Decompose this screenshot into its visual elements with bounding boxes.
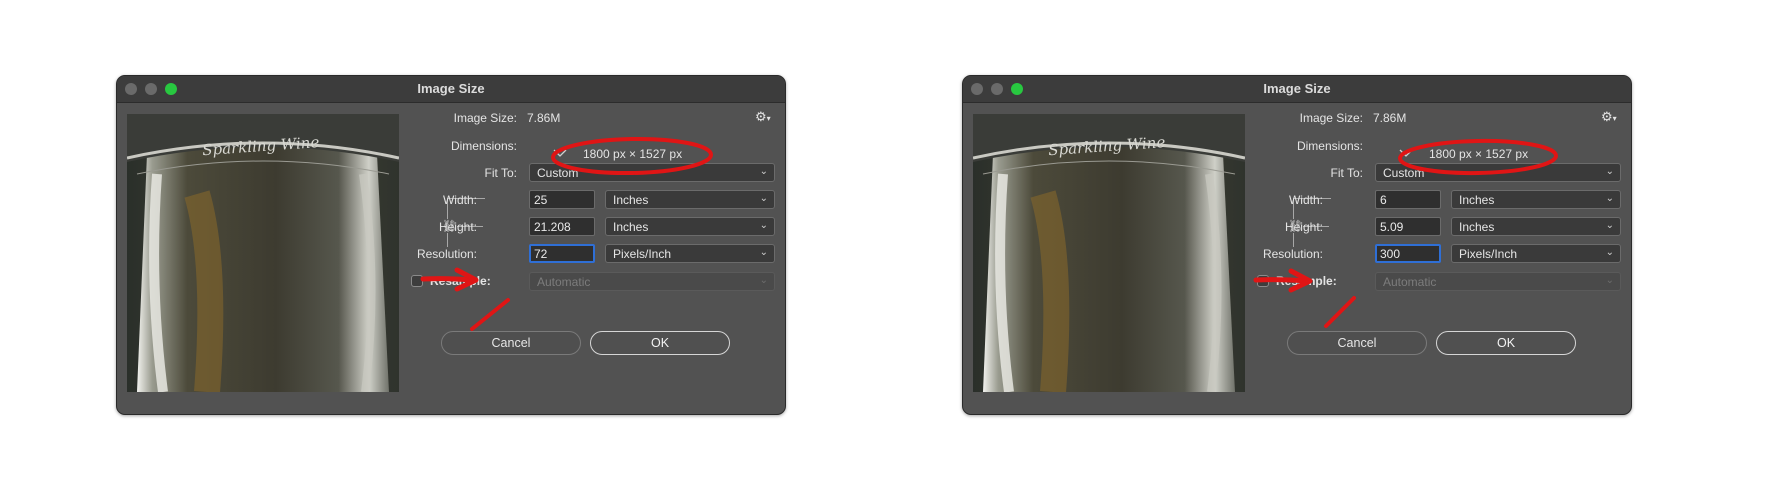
ok-button[interactable]: OK [1436, 331, 1576, 355]
resolution-input[interactable]: 300 [1375, 244, 1441, 263]
image-size-dialog-after: Image Size Sparkling Wine Image Size: 7.… [962, 75, 1632, 415]
resolution-unit-value: Pixels/Inch [1459, 247, 1518, 261]
gear-icon[interactable]: ⚙▾ [1601, 109, 1617, 125]
width-unit-select[interactable]: Inches ⌄ [1451, 190, 1621, 209]
resample-value: Automatic [1383, 275, 1437, 289]
fit-to-value: Custom [1383, 166, 1425, 180]
image-preview[interactable]: Sparkling Wine [127, 114, 399, 392]
image-preview[interactable]: Sparkling Wine [973, 114, 1245, 392]
height-label: Height: [1284, 220, 1323, 234]
image-size-value: 7.86M [1373, 111, 1407, 125]
resample-select[interactable]: Automatic ⌄ [1375, 272, 1621, 291]
chevron-down-icon: ⌄ [1605, 275, 1614, 286]
width-input[interactable]: 25 [529, 190, 595, 209]
width-input[interactable]: 6 [1375, 190, 1441, 209]
height-unit-value: Inches [613, 220, 649, 234]
chevron-down-icon: ⌄ [759, 247, 768, 258]
chevron-down-icon[interactable] [1398, 146, 1414, 160]
chevron-down-icon: ⌄ [759, 193, 768, 204]
resolution-unit-value: Pixels/Inch [613, 247, 672, 261]
resample-checkbox[interactable] [1257, 275, 1269, 287]
resample-label: Resample: [1276, 274, 1337, 288]
cancel-button[interactable]: Cancel [441, 331, 581, 355]
image-size-label: Image Size: [1299, 111, 1363, 125]
resolution-unit-select[interactable]: Pixels/Inch ⌄ [605, 244, 775, 263]
chevron-down-icon: ⌄ [759, 275, 768, 286]
width-unit-select[interactable]: Inches ⌄ [605, 190, 775, 209]
height-input[interactable]: 21.208 [529, 217, 595, 236]
height-input[interactable]: 5.09 [1375, 217, 1441, 236]
chevron-down-icon: ⌄ [1605, 166, 1614, 177]
ok-button[interactable]: OK [590, 331, 730, 355]
chevron-down-icon: ⌄ [1605, 247, 1614, 258]
image-size-value: 7.86M [527, 111, 561, 125]
title-bar: Image Size [117, 76, 785, 103]
fit-to-label: Fit To: [1330, 166, 1363, 180]
chevron-down-icon: ⌄ [1605, 193, 1614, 204]
resample-select[interactable]: Automatic ⌄ [529, 272, 775, 291]
resolution-label: Resolution: [416, 247, 477, 261]
chevron-down-icon[interactable] [552, 146, 568, 160]
fit-to-select[interactable]: Custom ⌄ [1375, 163, 1621, 182]
resolution-input[interactable]: 72 [529, 244, 595, 263]
dimensions-value: 1800 px × 1527 px [1429, 147, 1529, 161]
dimensions-label: Dimensions: [1296, 139, 1363, 153]
chevron-down-icon: ⌄ [759, 220, 768, 231]
image-size-label: Image Size: [453, 111, 517, 125]
width-unit-value: Inches [613, 193, 649, 207]
cancel-button[interactable]: Cancel [1287, 331, 1427, 355]
fit-to-select[interactable]: Custom ⌄ [529, 163, 775, 182]
chevron-down-icon: ⌄ [759, 166, 768, 177]
width-label: Width: [442, 193, 477, 207]
fit-to-value: Custom [537, 166, 579, 180]
dimensions-label: Dimensions: [450, 139, 517, 153]
height-unit-select[interactable]: Inches ⌄ [605, 217, 775, 236]
image-size-dialog-before: Image Size Sparkling Wine Image Size: 7.… [116, 75, 786, 415]
fit-to-label: Fit To: [484, 166, 517, 180]
width-label: Width: [1288, 193, 1323, 207]
resolution-label: Resolution: [1262, 247, 1323, 261]
resample-value: Automatic [537, 275, 591, 289]
title-bar: Image Size [963, 76, 1631, 103]
chevron-down-icon: ⌄ [1605, 220, 1614, 231]
dialog-title: Image Size [1263, 81, 1331, 96]
constrain-bracket-bottom [447, 233, 448, 247]
height-unit-value: Inches [1459, 220, 1495, 234]
resolution-unit-select[interactable]: Pixels/Inch ⌄ [1451, 244, 1621, 263]
constrain-bracket-bottom [1293, 233, 1294, 247]
resample-checkbox[interactable] [411, 275, 423, 287]
height-unit-select[interactable]: Inches ⌄ [1451, 217, 1621, 236]
resample-label: Resample: [430, 274, 491, 288]
width-unit-value: Inches [1459, 193, 1495, 207]
height-label: Height: [438, 220, 477, 234]
dialog-title: Image Size [417, 81, 485, 96]
dimensions-value: 1800 px × 1527 px [583, 147, 683, 161]
gear-icon[interactable]: ⚙▾ [755, 109, 771, 125]
